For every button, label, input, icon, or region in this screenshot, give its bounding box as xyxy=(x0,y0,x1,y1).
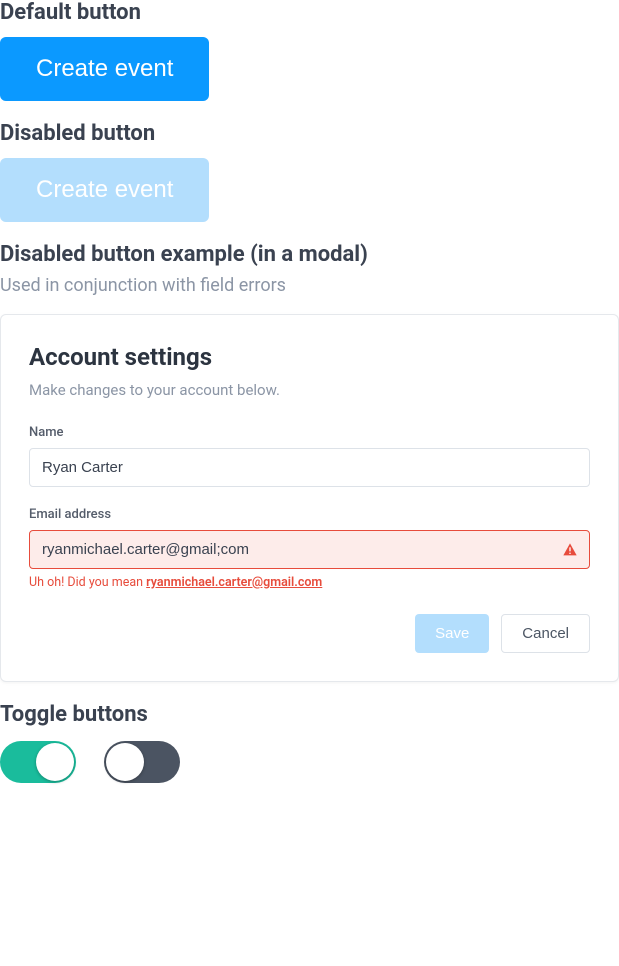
section-subtitle: Used in conjunction with field errors xyxy=(0,275,619,296)
modal-actions: Save Cancel xyxy=(29,614,590,653)
email-suggestion-link[interactable]: ryanmichael.carter@gmail.com xyxy=(146,575,322,590)
section-toggle: Toggle buttons xyxy=(0,702,619,783)
section-modal-example: Disabled button example (in a modal) Use… xyxy=(0,242,619,682)
toggle-knob xyxy=(36,743,74,781)
save-button: Save xyxy=(415,614,489,653)
name-label: Name xyxy=(29,425,590,440)
alert-icon xyxy=(562,542,578,558)
email-field-wrapper xyxy=(29,530,590,569)
section-default-button: Default button Create event xyxy=(0,0,619,101)
email-field[interactable] xyxy=(29,530,590,569)
cancel-button[interactable]: Cancel xyxy=(501,614,590,653)
account-settings-modal: Account settings Make changes to your ac… xyxy=(0,314,619,682)
create-event-button-disabled: Create event xyxy=(0,158,209,222)
section-title: Disabled button example (in a modal) xyxy=(0,242,619,267)
modal-title: Account settings xyxy=(29,343,590,371)
toggle-off[interactable] xyxy=(104,741,180,783)
error-prefix: Uh oh! Did you mean xyxy=(29,575,146,590)
name-field[interactable] xyxy=(29,448,590,487)
section-title: Toggle buttons xyxy=(0,702,619,727)
email-label: Email address xyxy=(29,507,590,522)
email-error-message: Uh oh! Did you mean ryanmichael.carter@g… xyxy=(29,575,590,590)
section-title: Default button xyxy=(0,0,619,25)
toggle-knob xyxy=(106,743,144,781)
toggle-row xyxy=(0,741,619,783)
create-event-button[interactable]: Create event xyxy=(0,37,209,101)
section-title: Disabled button xyxy=(0,121,619,146)
toggle-on[interactable] xyxy=(0,741,76,783)
modal-description: Make changes to your account below. xyxy=(29,381,590,399)
section-disabled-button: Disabled button Create event xyxy=(0,121,619,222)
